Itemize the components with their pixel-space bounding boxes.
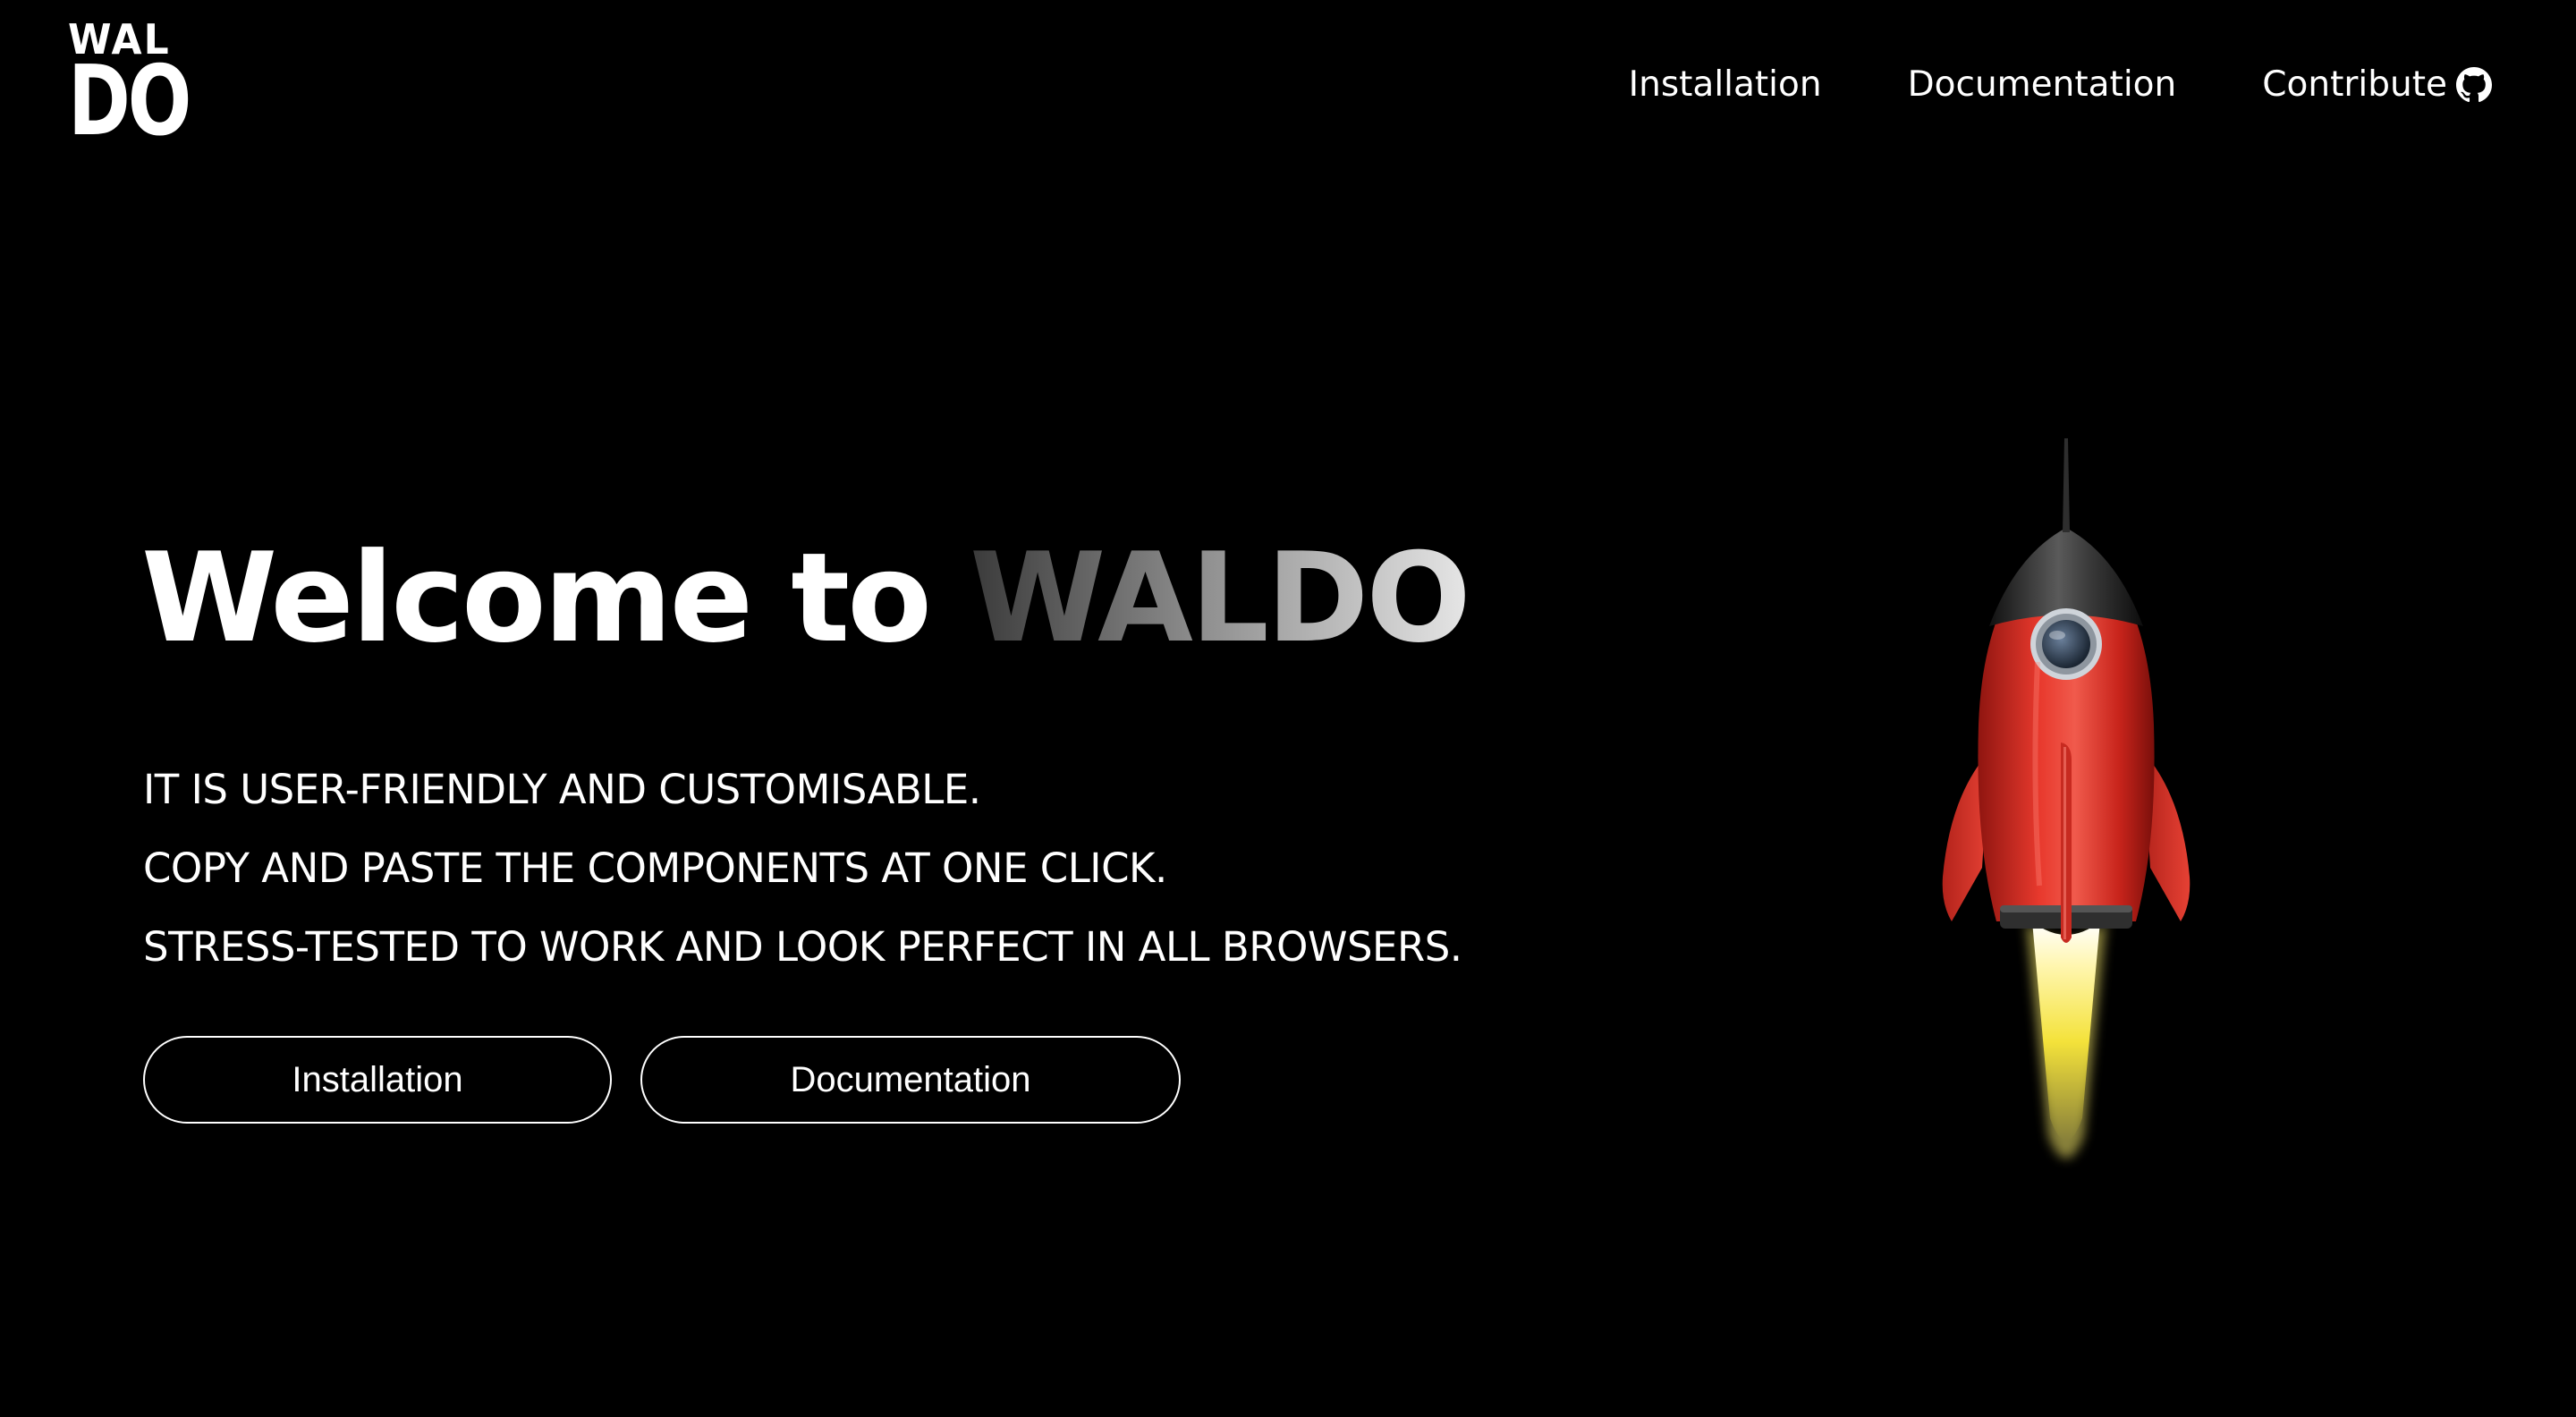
nav-link-documentation[interactable]: Documentation (1908, 64, 2177, 105)
github-icon (2456, 66, 2492, 102)
feature-item: STRESS-TESTED TO WORK AND LOOK PERFECT I… (143, 923, 1462, 971)
feature-list: IT IS USER-FRIENDLY AND CUSTOMISABLE. CO… (143, 760, 1462, 997)
cta-buttons: Installation Documentation (143, 1036, 1181, 1124)
hero-title: Welcome to WALDO (141, 537, 1471, 660)
hero-title-brand: WALDO (970, 526, 1471, 670)
nav-link-installation-label: Installation (1628, 64, 1822, 105)
logo-line-2: DO (68, 46, 191, 157)
rocket-icon (1942, 438, 2190, 1158)
top-nav: Installation Documentation Contribute (1629, 64, 2492, 105)
landing-page: WAL DO Installation Documentation Contri… (0, 0, 2576, 1417)
waldo-logo[interactable]: WAL DO (68, 19, 191, 157)
nav-link-documentation-label: Documentation (1907, 64, 2177, 105)
nav-link-contribute-label: Contribute (2262, 64, 2447, 105)
nav-link-contribute[interactable]: Contribute (2262, 64, 2492, 105)
feature-item: COPY AND PASTE THE COMPONENTS AT ONE CLI… (143, 844, 1167, 892)
nav-link-installation[interactable]: Installation (1629, 64, 1822, 105)
hero-title-prefix: Welcome to (141, 526, 970, 670)
documentation-button[interactable]: Documentation (640, 1036, 1181, 1124)
installation-button[interactable]: Installation (143, 1036, 612, 1124)
feature-item: IT IS USER-FRIENDLY AND CUSTOMISABLE. (143, 766, 981, 813)
